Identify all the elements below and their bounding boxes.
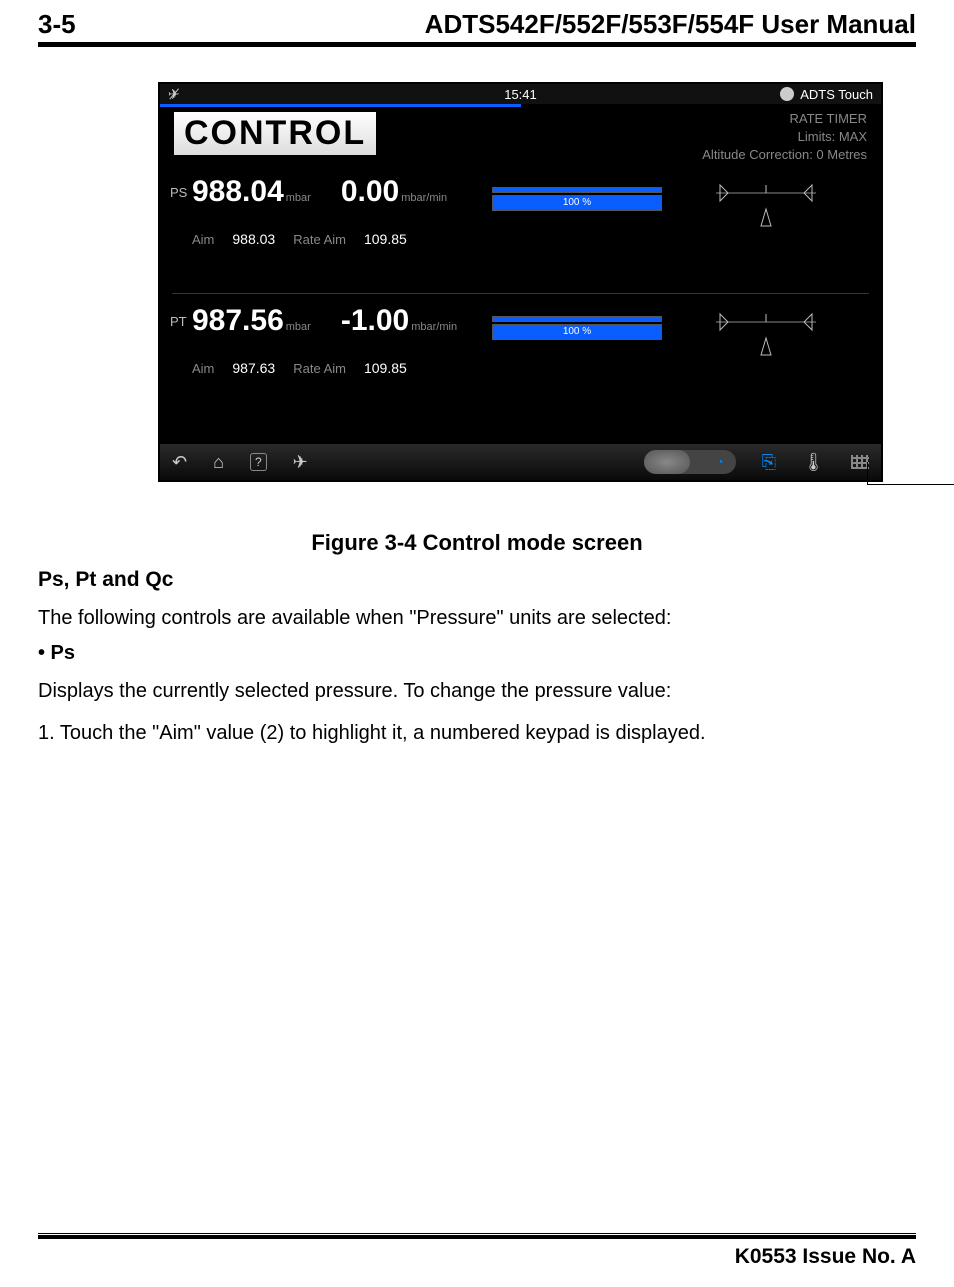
pt-unit: mbar xyxy=(286,321,311,333)
heading-ps-pt-qc: Ps, Pt and Qc xyxy=(38,568,916,592)
ps-rate[interactable]: 0.00 xyxy=(341,175,399,208)
aircraft-off-icon: ✈̸ xyxy=(168,86,180,103)
bottom-toolbar: ↶ ⌂ ? ✈ ◔ ⎘ 🌡 xyxy=(160,444,881,480)
ps-unit: mbar xyxy=(286,192,311,204)
paragraph-ps-desc: Displays the currently selected pressure… xyxy=(38,675,916,707)
thermometer-icon[interactable]: 🌡 xyxy=(802,452,825,473)
ps-aim-label: Aim xyxy=(192,232,214,247)
ps-rate-aim-value[interactable]: 109.85 xyxy=(364,231,407,247)
document-title: ADTS542F/552F/553F/554F User Manual xyxy=(425,9,916,40)
ps-effort-meter xyxy=(662,181,869,233)
rate-timer-label[interactable]: RATE TIMER xyxy=(702,110,867,128)
channel-pt: PT 987.56mbar -1.00mbar/min Aim 987.63 R… xyxy=(160,294,881,422)
pt-rate-unit: mbar/min xyxy=(411,321,457,333)
step-1: 1. Touch the "Aim" value (2) to highligh… xyxy=(38,717,916,749)
home-icon[interactable]: ⌂ xyxy=(213,452,224,473)
altitude-correction-label: Altitude Correction: 0 Metres xyxy=(702,146,867,164)
channel-ps: PS 988.04mbar 0.00mbar/min Aim 988.03 Ra… xyxy=(160,165,881,293)
issue-number: K0553 Issue No. A xyxy=(38,1245,916,1269)
status-bar: ✈̸ 15:41 ADTS Touch xyxy=(160,84,881,104)
section-number: 3-5 xyxy=(38,9,76,40)
figure-caption: Figure 3-4 Control mode screen xyxy=(38,530,916,556)
gauge-icon: ◔ xyxy=(716,455,723,469)
header-rule xyxy=(38,46,916,47)
page-header: 3-5 ADTS542F/552F/553F/554F User Manual xyxy=(38,9,916,46)
pt-aim-value[interactable]: 987.63 xyxy=(232,360,275,376)
pt-effort-meter xyxy=(662,310,869,362)
pt-value[interactable]: 987.56 xyxy=(192,304,284,337)
control-screen: ✈̸ 15:41 ADTS Touch CONTROL RATE TIMER L… xyxy=(158,82,883,482)
ps-rate-unit: mbar/min xyxy=(401,192,447,204)
ps-aim-value[interactable]: 988.03 xyxy=(232,231,275,247)
pt-aim-label: Aim xyxy=(192,361,214,376)
ps-value[interactable]: 988.04 xyxy=(192,175,284,208)
ps-progress-bar: 100 % xyxy=(492,195,662,211)
channel-id-pt: PT xyxy=(170,314,192,329)
clock: 15:41 xyxy=(504,87,537,102)
pt-progress-bar: 100 % xyxy=(492,324,662,340)
limits-label: Limits: MAX xyxy=(702,128,867,146)
ps-progress-text: 100 % xyxy=(563,197,591,208)
pt-progress-text: 100 % xyxy=(563,326,591,337)
channel-id-ps: PS xyxy=(170,185,192,200)
pt-rate-aim-label: Rate Aim xyxy=(293,361,346,376)
ge-logo-icon xyxy=(780,87,794,101)
ps-rate-aim-label: Rate Aim xyxy=(293,232,346,247)
mode-label: CONTROL xyxy=(174,112,376,155)
paragraph-intro: The following controls are available whe… xyxy=(38,602,916,634)
bullet-ps: • Ps xyxy=(38,642,916,665)
help-icon[interactable]: ? xyxy=(250,453,267,471)
measure-control-toggle[interactable]: ◔ xyxy=(644,450,736,474)
back-icon[interactable]: ↶ xyxy=(172,452,187,473)
pt-rate-aim-value[interactable]: 109.85 xyxy=(364,360,407,376)
pt-range-bar xyxy=(492,316,662,322)
aircraft-icon[interactable]: ✈ xyxy=(293,452,308,473)
callout-1: 1 xyxy=(867,462,954,502)
page-footer: K0553 Issue No. A xyxy=(38,1233,916,1269)
ps-range-bar xyxy=(492,187,662,193)
pt-rate[interactable]: -1.00 xyxy=(341,304,409,337)
hold-icon[interactable]: ⎘ xyxy=(762,452,776,473)
product-label: ADTS Touch xyxy=(800,87,873,102)
